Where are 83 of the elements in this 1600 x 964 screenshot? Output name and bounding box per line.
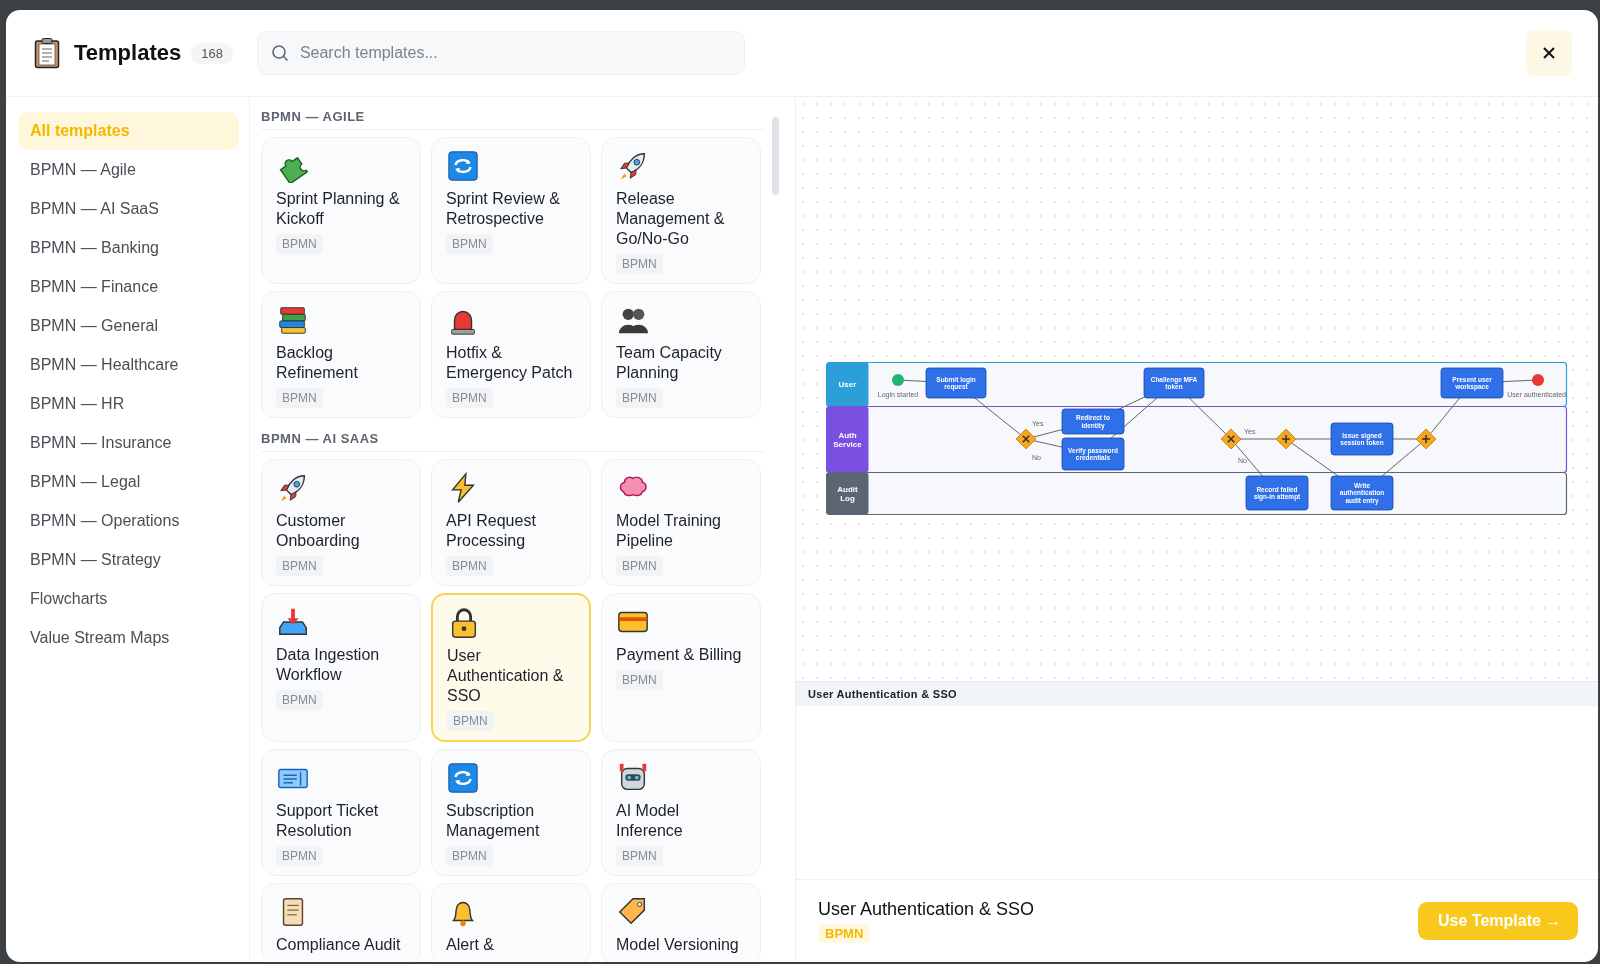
- refresh-icon: [446, 761, 480, 795]
- template-card[interactable]: Sprint Planning & Kickoff BPMN: [261, 137, 421, 284]
- sidebar-item[interactable]: Flowcharts: [18, 580, 239, 618]
- template-card[interactable]: Backlog Refinement BPMN: [261, 291, 421, 418]
- template-card[interactable]: Alert &: [431, 883, 591, 962]
- card-title: User Authentication & SSO: [447, 646, 565, 706]
- template-card[interactable]: Model Training Pipeline BPMN: [601, 459, 761, 586]
- card-title: Subscription Management: [446, 801, 541, 841]
- card-title: Sprint Review & Retrospective: [446, 189, 561, 229]
- category-tag: BPMN: [446, 556, 493, 576]
- section-heading: BPMN — AI SAAS: [261, 429, 765, 452]
- sidebar-item[interactable]: BPMN — Strategy: [18, 541, 239, 579]
- template-card[interactable]: API Request Processing BPMN: [431, 459, 591, 586]
- card-title: Release Management & Go/No-Go: [616, 189, 726, 249]
- sidebar-item[interactable]: BPMN — Healthcare: [18, 346, 239, 384]
- section-heading: BPMN — AGILE: [261, 107, 765, 130]
- refresh-icon: [446, 149, 480, 183]
- card-title: Alert &: [446, 935, 494, 955]
- template-card[interactable]: Support Ticket Resolution BPMN: [261, 749, 421, 876]
- sidebar-item[interactable]: BPMN — Banking: [18, 229, 239, 267]
- category-tag: BPMN: [447, 711, 494, 731]
- category-tag: BPMN: [616, 254, 663, 274]
- card-title: Compliance Audit: [276, 935, 401, 955]
- card-title: API Request Processing: [446, 511, 537, 551]
- card-title: AI Model Inference: [616, 801, 684, 841]
- sidebar-item[interactable]: BPMN — Insurance: [18, 424, 239, 462]
- sidebar-item[interactable]: BPMN — Finance: [18, 268, 239, 306]
- template-count: 168: [191, 42, 233, 64]
- preview-caption: User Authentication & SSO: [796, 681, 1598, 706]
- category-tag: BPMN: [276, 388, 323, 408]
- sidebar-item[interactable]: BPMN — General: [18, 307, 239, 345]
- card-title: Sprint Planning & Kickoff: [276, 189, 401, 229]
- category-tag: BPMN: [276, 234, 323, 254]
- template-card[interactable]: Release Management & Go/No-Go BPMN: [601, 137, 761, 284]
- template-card[interactable]: Hotfix & Emergency Patch BPMN: [431, 291, 591, 418]
- card-title: Data Ingestion Workflow: [276, 645, 381, 685]
- template-card[interactable]: Payment & Billing BPMN: [601, 593, 761, 742]
- category-tag: BPMN: [276, 690, 323, 710]
- category-tag: BPMN: [616, 670, 663, 690]
- clipboard-icon: [34, 37, 60, 69]
- category-tag: BPMN: [446, 846, 493, 866]
- card-title: Customer Onboarding: [276, 511, 361, 551]
- category-tag: BPMN: [818, 924, 871, 943]
- close-button[interactable]: [1526, 30, 1572, 76]
- card-title: Support Ticket Resolution: [276, 801, 380, 841]
- card-title: Model Versioning: [616, 935, 739, 955]
- close-icon: [1543, 47, 1555, 59]
- lane-header: User: [826, 362, 869, 407]
- end-event: [1532, 374, 1544, 386]
- template-card[interactable]: Team Capacity Planning BPMN: [601, 291, 761, 418]
- template-card[interactable]: Subscription Management BPMN: [431, 749, 591, 876]
- template-card[interactable]: Sprint Review & Retrospective BPMN: [431, 137, 591, 284]
- card-title: Team Capacity Planning: [616, 343, 723, 383]
- category-tag: BPMN: [616, 846, 663, 866]
- template-name: User Authentication & SSO: [818, 899, 1035, 920]
- search-field[interactable]: Search templates...: [256, 31, 745, 75]
- dialog-title: Templates: [74, 40, 182, 66]
- category-tag: BPMN: [276, 556, 323, 576]
- category-tag: BPMN: [446, 388, 493, 408]
- lane-header: Auth Service: [826, 406, 869, 473]
- search-icon: [270, 44, 289, 62]
- lane-header: Audit Log: [826, 472, 869, 515]
- card-title: Hotfix & Emergency Patch: [446, 343, 574, 383]
- sidebar-item[interactable]: BPMN — Agile: [18, 151, 239, 189]
- category-tag: BPMN: [446, 234, 493, 254]
- template-card[interactable]: Compliance Audit: [261, 883, 421, 962]
- sidebar-item[interactable]: BPMN — Operations: [18, 502, 239, 540]
- sidebar-item[interactable]: BPMN — Legal: [18, 463, 239, 501]
- sidebar-item[interactable]: Value Stream Maps: [18, 619, 239, 657]
- template-card[interactable]: Model Versioning: [601, 883, 761, 962]
- card-title: Model Training Pipeline: [616, 511, 722, 551]
- sidebar-item[interactable]: BPMN — HR: [18, 385, 239, 423]
- card-title: Backlog Refinement: [276, 343, 359, 383]
- category-tag: BPMN: [616, 556, 663, 576]
- card-title: Payment & Billing: [616, 645, 742, 665]
- category-tag: BPMN: [276, 846, 323, 866]
- template-card[interactable]: Customer Onboarding BPMN: [261, 459, 421, 586]
- template-card[interactable]: AI Model Inference BPMN: [601, 749, 761, 876]
- start-event: [892, 374, 904, 386]
- sidebar-item[interactable]: BPMN — AI SaaS: [18, 190, 239, 228]
- template-card[interactable]: Data Ingestion Workflow BPMN: [261, 593, 421, 742]
- template-card[interactable]: User Authentication & SSO BPMN: [431, 593, 591, 742]
- category-tag: BPMN: [616, 388, 663, 408]
